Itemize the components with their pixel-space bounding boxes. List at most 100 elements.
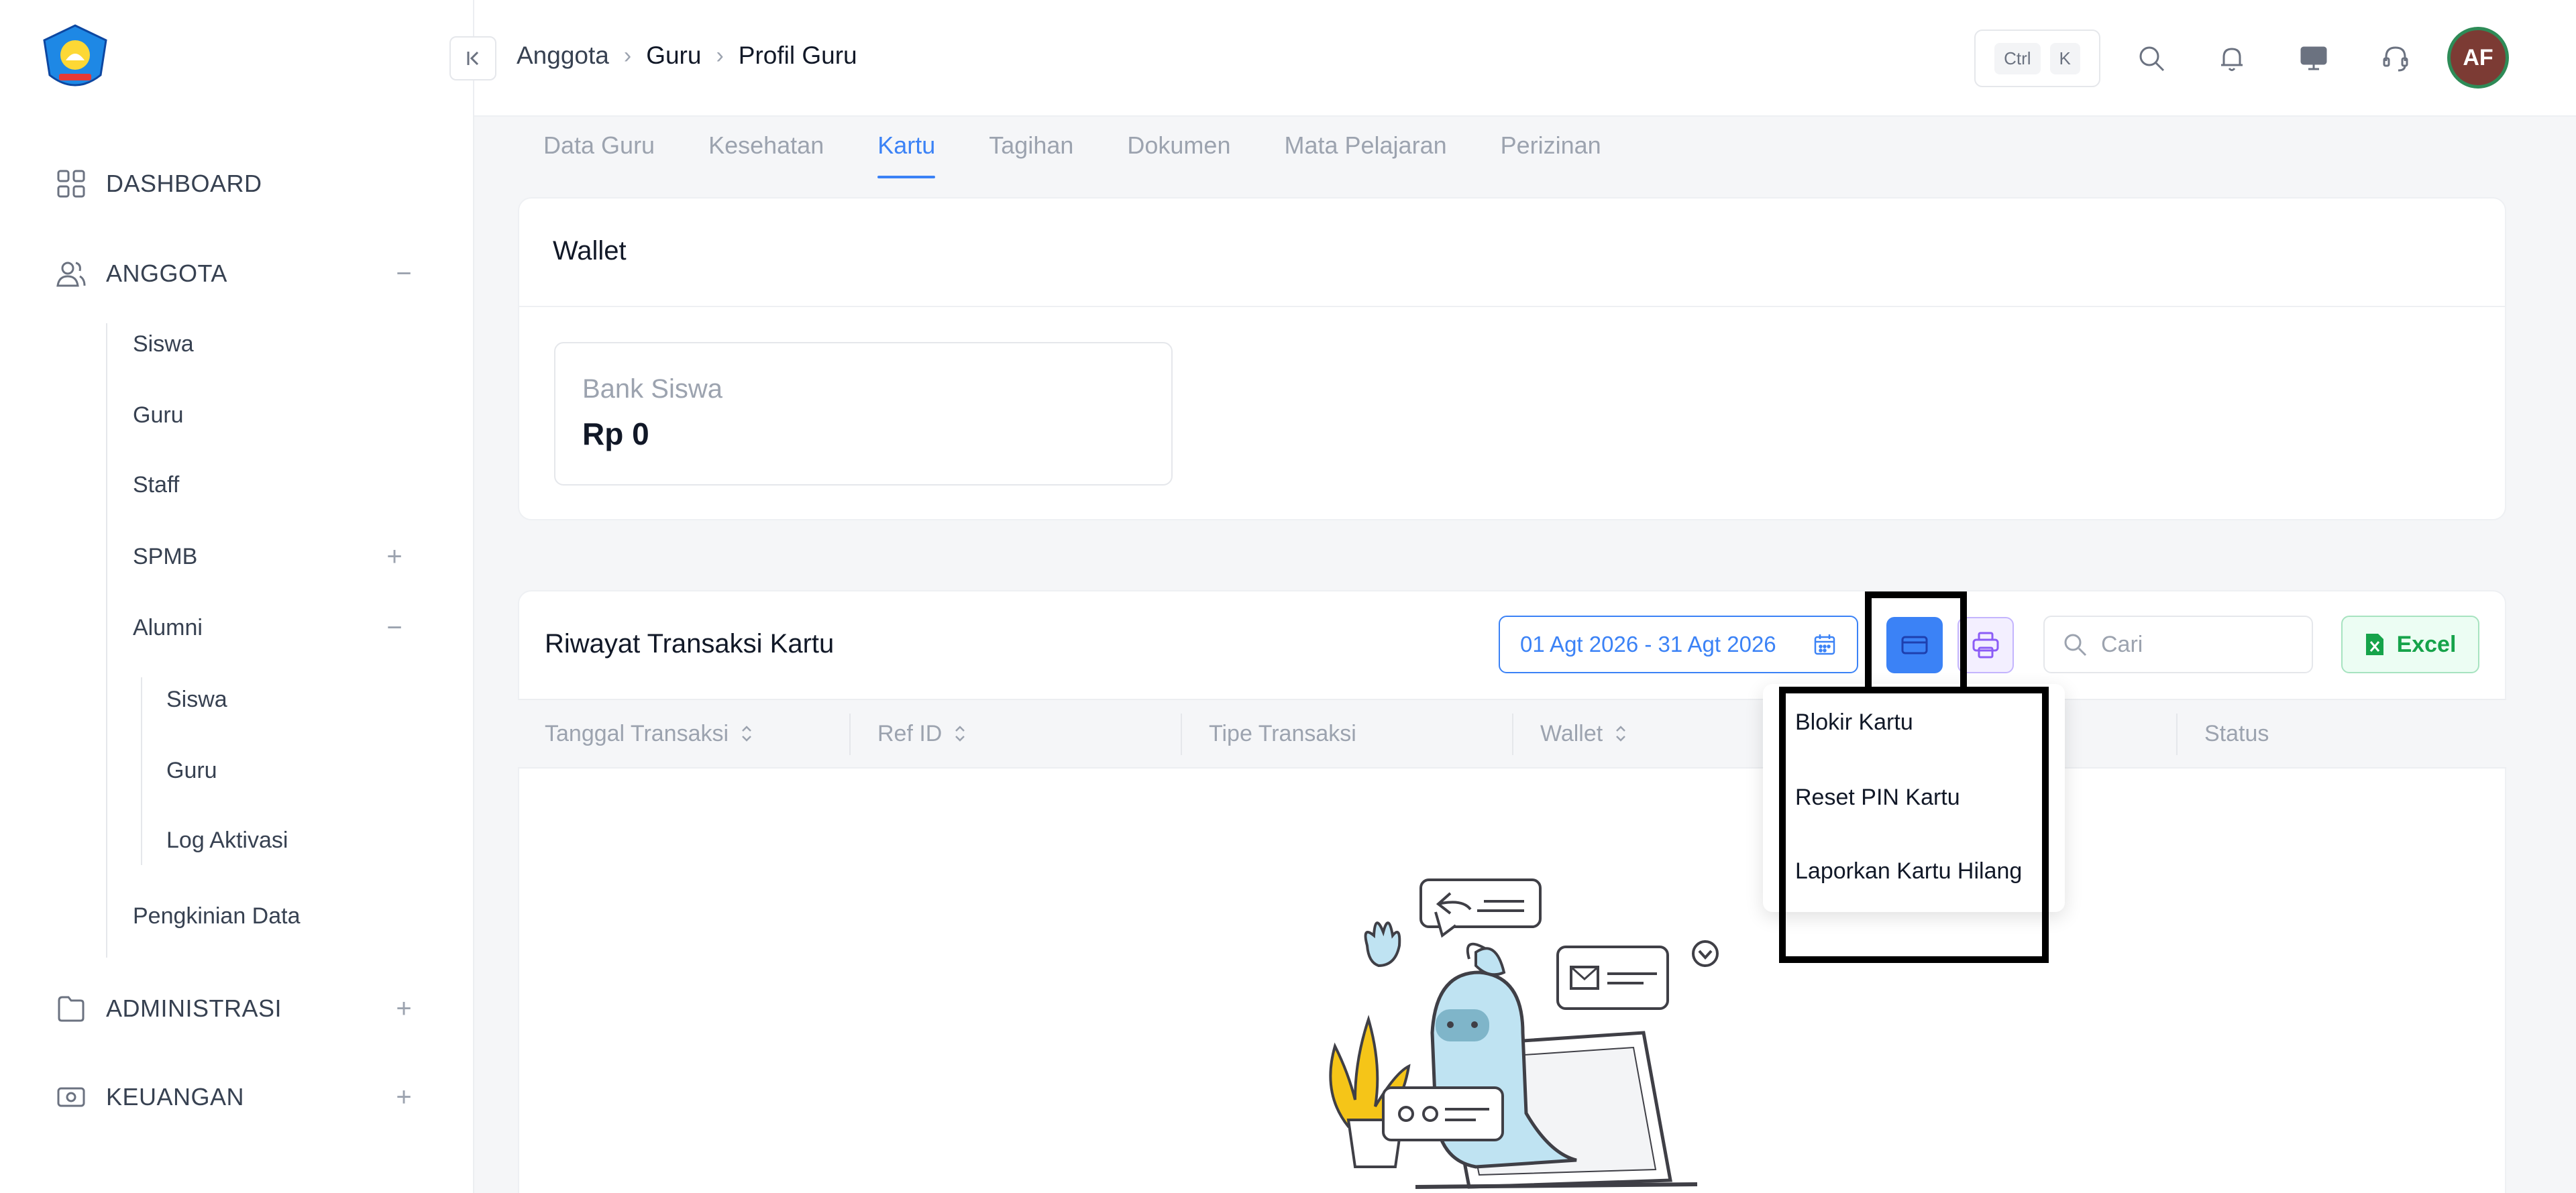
tab-tagihan[interactable]: Tagihan [989,131,1073,178]
menu-item-reset-pin-kartu[interactable]: Reset PIN Kartu [1795,785,1960,811]
divider [519,306,2505,307]
collapse-toggle[interactable]: − [381,613,408,643]
card-actions-button[interactable] [1886,617,1943,673]
sidebar: DASHBOARD ANGGOTA − Siswa Guru Staff SPM… [0,0,474,1193]
tab-kesehatan[interactable]: Kesehatan [708,131,824,178]
column-header-label: Tanggal Transaksi [545,720,729,746]
sidebar-item-label: Guru [133,402,184,428]
sidebar-item-label: Log Aktivasi [166,827,288,853]
sidebar-item-keuangan[interactable]: KEUANGAN + [55,1077,417,1117]
folder-icon [55,992,87,1025]
tab-kartu[interactable]: Kartu [877,131,936,178]
sidebar-item-label: Guru [166,757,217,783]
column-separator [849,714,851,755]
search-input[interactable]: Cari [2043,616,2313,673]
column-header-label: Tipe Transaksi [1209,720,1356,746]
sidebar-item-spmb[interactable]: SPMB + [133,538,495,575]
command-palette-shortcut[interactable]: Ctrl K [1974,30,2100,87]
sidebar-item-label: ANGGOTA [106,260,227,287]
logo[interactable] [39,23,111,95]
kbd-ctrl: Ctrl [1994,42,2041,74]
sidebar-item-siswa[interactable]: Siswa [133,325,194,363]
sidebar-item-dashboard[interactable]: DASHBOARD [55,164,417,204]
kbd-k: K [2049,42,2080,74]
expand-toggle[interactable]: + [390,994,417,1024]
grid-icon [55,168,87,200]
breadcrumb-item-guru[interactable]: Guru [646,42,701,70]
tab-dokumen[interactable]: Dokumen [1127,131,1230,178]
date-range-value: 01 Agt 2026 - 31 Agt 2026 [1520,632,1776,657]
profile-tabs: Data Guru Kesehatan Kartu Tagihan Dokume… [543,131,1655,178]
column-header-label: Status [2204,720,2269,746]
column-header-wallet[interactable]: Wallet [1540,700,1628,767]
tab-mata-pelajaran[interactable]: Mata Pelajaran [1284,131,1446,178]
column-header-tanggal[interactable]: Tanggal Transaksi [545,700,754,767]
sidebar-item-label: Staff [133,471,180,498]
transaction-title: Riwayat Transaksi Kartu [545,629,835,659]
print-button[interactable] [1957,617,2014,673]
sidebar-item-anggota[interactable]: ANGGOTA − [55,253,417,294]
menu-item-blokir-kartu[interactable]: Blokir Kartu [1795,709,1913,736]
sidebar-item-administrasi[interactable]: ADMINISTRASI + [55,988,417,1029]
column-header-label: Wallet [1540,720,1603,746]
headset-icon[interactable] [2379,42,2412,75]
money-icon [55,1081,87,1113]
sidebar-item-log-aktivasi[interactable]: Log Aktivasi [166,821,288,859]
printer-icon [1972,632,1999,659]
sidebar-item-label: ADMINISTRASI [106,995,282,1022]
bell-icon[interactable] [2215,42,2249,75]
credit-card-icon [1901,636,1928,655]
expand-toggle[interactable]: + [390,1082,417,1113]
sidebar-item-staff[interactable]: Staff [133,466,179,504]
sidebar-item-alumni-guru[interactable]: Guru [166,752,217,789]
calendar-icon [1814,634,1835,655]
sort-icon[interactable] [1613,724,1628,744]
tab-perizinan[interactable]: Perizinan [1501,131,1601,178]
column-separator [1181,714,1182,755]
sidebar-item-label: Pengkinian Data [133,903,301,929]
bank-siswa-amount: Rp 0 [582,416,649,451]
breadcrumb-separator: › [716,42,724,68]
bank-siswa-box: Bank Siswa Rp 0 [554,342,1173,486]
collapse-toggle[interactable]: − [390,259,417,289]
sidebar-item-alumni[interactable]: Alumni − [133,609,495,646]
expand-toggle[interactable]: + [381,542,408,572]
sort-icon[interactable] [739,724,754,744]
sidebar-item-guru[interactable]: Guru [133,396,184,434]
empty-state-illustration [1329,878,1719,1189]
column-header-label: Ref ID [877,720,943,746]
column-header-tipe: Tipe Transaksi [1209,700,1356,767]
table-header: Tanggal Transaksi Ref ID Tipe Transaksi … [518,699,2506,769]
breadcrumb-separator: › [623,42,632,68]
search-icon[interactable] [2135,42,2168,75]
collapse-left-icon [467,51,479,66]
tree-line [106,323,107,958]
wallet-title: Wallet [553,236,627,266]
menu-item-laporkan-kartu-hilang[interactable]: Laporkan Kartu Hilang [1795,858,2022,885]
column-header-status: Status [2204,700,2269,767]
bank-siswa-label: Bank Siswa [582,374,722,404]
tree-line [141,677,142,865]
monitor-icon[interactable] [2297,42,2330,75]
collapse-sidebar-button[interactable] [449,36,496,80]
excel-file-icon [2365,634,2383,655]
sidebar-item-label: KEUANGAN [106,1083,245,1111]
search-icon [2064,634,2087,657]
avatar[interactable]: AF [2447,27,2509,89]
sidebar-item-label: Siswa [133,331,194,357]
sidebar-item-alumni-siswa[interactable]: Siswa [166,681,227,718]
sort-icon[interactable] [953,724,967,744]
tab-data-guru[interactable]: Data Guru [543,131,655,178]
breadcrumb: Anggota › Guru › Profil Guru [517,42,857,70]
breadcrumb-item-anggota[interactable]: Anggota [517,42,609,70]
column-separator [1512,714,1513,755]
breadcrumb-item-profil-guru: Profil Guru [738,42,857,69]
card-actions-dropdown: Blokir Kartu Reset PIN Kartu Laporkan Ka… [1763,684,2065,912]
sidebar-item-pengkinian-data[interactable]: Pengkinian Data [133,897,301,935]
date-range-picker[interactable]: 01 Agt 2026 - 31 Agt 2026 [1499,616,1858,673]
export-excel-button[interactable]: Excel [2341,616,2479,673]
column-header-ref-id[interactable]: Ref ID [877,700,967,767]
export-excel-label: Excel [2396,631,2457,657]
search-placeholder: Cari [2101,631,2143,657]
sidebar-item-label: DASHBOARD [106,170,262,197]
